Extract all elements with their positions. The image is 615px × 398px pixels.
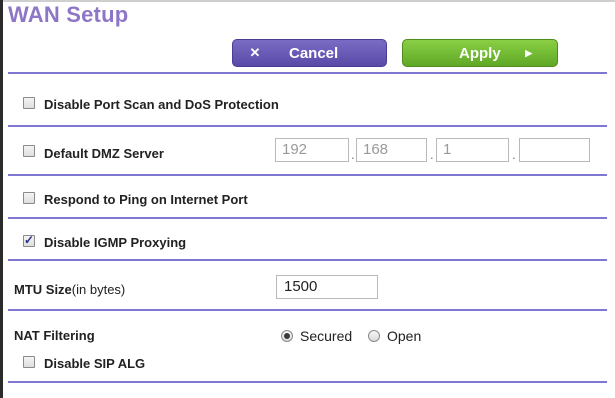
nat-open-label: Open bbox=[387, 328, 422, 344]
igmp-label: Disable IGMP Proxying bbox=[44, 235, 187, 250]
apply-button[interactable]: Apply ▶ bbox=[402, 39, 558, 67]
nat-secured-label: Secured bbox=[300, 328, 353, 344]
sip-alg-label: Disable SIP ALG bbox=[44, 356, 146, 371]
dmz-ip-octet-3[interactable]: 1 bbox=[436, 138, 509, 162]
left-border bbox=[0, 0, 3, 398]
divider bbox=[8, 125, 607, 127]
nat-secured-radio[interactable] bbox=[281, 330, 293, 342]
dmz-ip-octet-1[interactable]: 192 bbox=[275, 138, 349, 162]
cancel-button[interactable]: ✕ Cancel bbox=[232, 39, 387, 67]
divider bbox=[8, 174, 607, 176]
ip-separator: . bbox=[512, 147, 516, 162]
port-scan-checkbox[interactable] bbox=[23, 97, 35, 109]
triangle-right-icon: ▶ bbox=[525, 47, 533, 58]
mtu-label-text: MTU Size bbox=[14, 282, 72, 297]
dmz-ip-octet-2[interactable]: 168 bbox=[356, 138, 427, 162]
port-scan-label: Disable Port Scan and DoS Protection bbox=[44, 97, 279, 112]
cancel-button-label: Cancel bbox=[289, 44, 339, 62]
nat-filtering-label: NAT Filtering bbox=[14, 328, 95, 343]
divider bbox=[8, 309, 607, 311]
ip-separator: . bbox=[430, 147, 434, 162]
divider bbox=[8, 381, 607, 383]
x-icon: ✕ bbox=[249, 45, 261, 60]
wan-setup-panel: WAN Setup ✕ Cancel Apply ▶ Disable Port … bbox=[0, 0, 615, 398]
ping-checkbox[interactable] bbox=[23, 192, 35, 204]
nat-open-radio[interactable] bbox=[368, 330, 380, 342]
sip-alg-checkbox[interactable] bbox=[23, 356, 35, 368]
page-title: WAN Setup bbox=[8, 2, 129, 27]
divider bbox=[8, 72, 607, 74]
mtu-label: MTU Size(in bytes) bbox=[14, 282, 125, 297]
dmz-ip-octet-4[interactable] bbox=[519, 138, 590, 162]
ip-separator: . bbox=[351, 147, 355, 162]
apply-button-label: Apply bbox=[459, 44, 501, 62]
igmp-checkbox[interactable] bbox=[23, 233, 35, 247]
ping-label: Respond to Ping on Internet Port bbox=[44, 192, 248, 207]
mtu-unit: (in bytes) bbox=[71, 282, 126, 297]
dmz-label: Default DMZ Server bbox=[44, 146, 164, 161]
dmz-checkbox[interactable] bbox=[23, 145, 35, 157]
divider bbox=[8, 259, 607, 261]
divider bbox=[8, 217, 607, 219]
mtu-input[interactable]: 1500 bbox=[276, 275, 378, 299]
